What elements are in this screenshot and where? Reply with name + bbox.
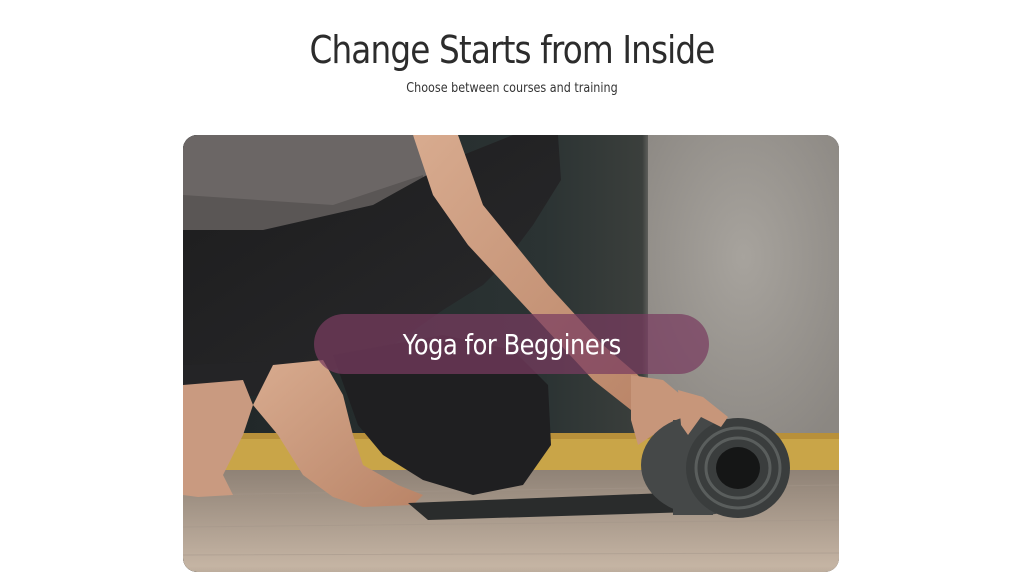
course-card[interactable]: Yoga for Begginers bbox=[183, 135, 839, 572]
page: Change Starts from Inside Choose between… bbox=[0, 0, 1024, 572]
page-title: Change Starts from Inside bbox=[309, 28, 715, 72]
page-subtitle: Choose between courses and training bbox=[406, 81, 618, 96]
course-title: Yoga for Begginers bbox=[402, 327, 621, 361]
course-title-badge[interactable]: Yoga for Begginers bbox=[314, 314, 709, 374]
card-bottom-shade bbox=[183, 566, 839, 572]
